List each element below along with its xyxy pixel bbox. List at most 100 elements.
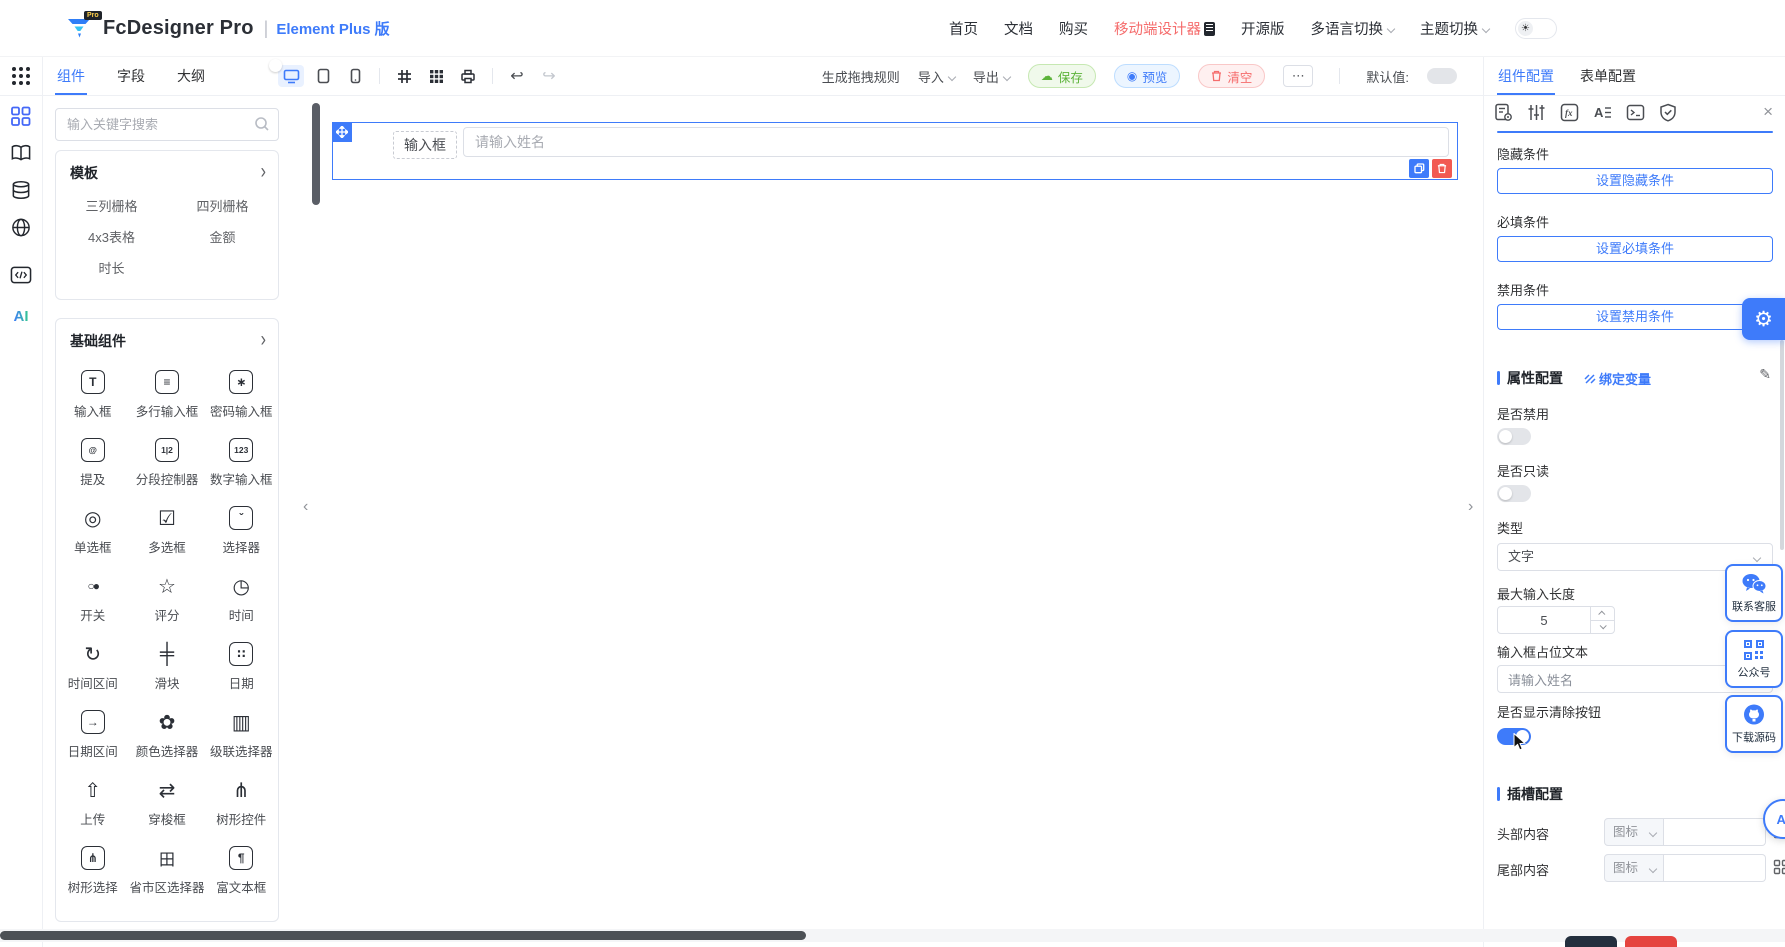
collapse-left-panel-icon[interactable]: ‹ xyxy=(303,498,308,516)
chevron-right-icon[interactable]: › xyxy=(261,329,266,352)
nav-home[interactable]: 首页 xyxy=(949,18,978,39)
horizontal-scrollbar-thumb[interactable] xyxy=(0,931,806,940)
tab-fields[interactable]: 字段 xyxy=(115,57,147,95)
database-icon[interactable] xyxy=(11,180,32,205)
tab-outline[interactable]: 大纲 xyxy=(175,57,207,95)
bottom-widget-dark[interactable] xyxy=(1565,936,1617,947)
clearable-toggle[interactable] xyxy=(1497,728,1531,745)
tab-components[interactable]: 组件 xyxy=(55,57,87,95)
download-source-card[interactable]: 下载源码 xyxy=(1725,695,1783,753)
delete-component-button[interactable] xyxy=(1432,159,1452,178)
vertical-scrollbar-thumb[interactable] xyxy=(312,103,320,205)
library-book-icon[interactable] xyxy=(11,143,32,167)
contact-support-card[interactable]: 联系客服 xyxy=(1725,564,1783,622)
undo-icon[interactable]: ↩ xyxy=(504,65,530,87)
slot-type-select[interactable]: 图标 xyxy=(1604,818,1664,846)
component-item[interactable]: ∷ 日期 xyxy=(205,633,279,701)
globe-icon[interactable] xyxy=(11,217,32,243)
template-item[interactable]: 4x3表格 xyxy=(56,222,167,253)
component-item[interactable]: ⇧ 上传 xyxy=(56,769,129,837)
component-item[interactable]: ⋔ 树形控件 xyxy=(205,769,279,837)
component-item[interactable]: T 输入框 xyxy=(56,361,129,429)
sliders-icon[interactable] xyxy=(1524,100,1548,124)
validate-shield-icon[interactable] xyxy=(1656,100,1680,124)
theme-toggle[interactable]: ☀ xyxy=(1515,18,1557,39)
component-item[interactable]: ▥ 级联选择器 xyxy=(205,701,279,769)
component-item[interactable]: ∗ 密码输入框 xyxy=(205,361,279,429)
slot-value-input[interactable] xyxy=(1664,818,1766,846)
disabled-toggle[interactable] xyxy=(1497,428,1531,445)
maxlen-input[interactable] xyxy=(1498,607,1590,633)
terminal-icon[interactable] xyxy=(1623,100,1647,124)
import-dropdown[interactable]: 导入 xyxy=(918,67,955,86)
template-item[interactable]: 时长 xyxy=(56,253,167,284)
component-item[interactable]: @ 提及 xyxy=(56,429,129,497)
font-style-icon[interactable]: A xyxy=(1590,100,1614,124)
component-item[interactable]: ↻ 时间区间 xyxy=(56,633,129,701)
redo-icon[interactable]: ↪ xyxy=(536,65,562,87)
collapse-right-panel-icon[interactable]: › xyxy=(1468,498,1473,516)
apps-grid-icon[interactable] xyxy=(12,67,30,85)
component-item[interactable]: ¶ 富文本框 xyxy=(205,837,279,905)
component-item[interactable]: ˇ 选择器 xyxy=(205,497,279,565)
selected-input-component[interactable]: 输入框 xyxy=(332,122,1458,180)
device-phone-icon[interactable] xyxy=(342,65,368,87)
component-item[interactable]: ◎ 单选框 xyxy=(56,497,129,565)
ai-assistant-icon[interactable]: AI xyxy=(14,308,29,325)
name-input-field[interactable] xyxy=(463,127,1449,157)
device-tablet-icon[interactable] xyxy=(310,65,336,87)
slot-type-select[interactable]: 图标 xyxy=(1604,854,1664,882)
component-item[interactable]: ◷ 时间 xyxy=(205,565,279,633)
set-condition-button[interactable]: 设置隐藏条件 xyxy=(1497,168,1773,194)
drag-handle[interactable] xyxy=(332,122,352,142)
readonly-toggle[interactable] xyxy=(1497,485,1531,502)
template-item[interactable]: 三列栅格 xyxy=(56,191,167,222)
code-icon[interactable] xyxy=(11,266,32,289)
nav-language-switch[interactable]: 多语言切换 xyxy=(1311,18,1395,39)
clear-button[interactable]: 清空 xyxy=(1198,64,1265,88)
close-icon[interactable]: × xyxy=(1763,102,1773,122)
slot-value-input[interactable] xyxy=(1664,854,1766,882)
print-icon[interactable] xyxy=(455,65,481,87)
nav-buy[interactable]: 购买 xyxy=(1059,18,1088,39)
export-dropdown[interactable]: 导出 xyxy=(973,67,1010,86)
component-item[interactable]: ≡ 多行输入框 xyxy=(129,361,204,429)
bottom-widget-red[interactable] xyxy=(1625,936,1677,947)
nav-docs[interactable]: 文档 xyxy=(1004,18,1033,39)
more-button[interactable]: ⋯ xyxy=(1283,65,1313,87)
design-canvas[interactable]: 输入框 xyxy=(302,96,1483,929)
stepper-up-icon[interactable] xyxy=(1591,607,1614,620)
icon-picker-grid-icon[interactable] xyxy=(1773,859,1785,880)
save-button[interactable]: ☁保存 xyxy=(1028,64,1096,88)
tab-component-config[interactable]: 组件配置 xyxy=(1497,57,1555,95)
copy-component-button[interactable] xyxy=(1409,159,1429,178)
component-item[interactable]: 123 数字输入框 xyxy=(205,429,279,497)
chevron-right-icon[interactable]: › xyxy=(261,161,266,184)
component-item[interactable]: ☑ 多选框 xyxy=(129,497,204,565)
generate-drag-rule-button[interactable]: 生成拖拽规则 xyxy=(822,67,900,86)
component-item[interactable]: ○● 开关 xyxy=(56,565,129,633)
component-item[interactable]: ⋔ 树形选择 xyxy=(56,837,129,905)
field-label[interactable]: 输入框 xyxy=(393,131,457,159)
logo[interactable]: Pro FcDesigner Pro | Element Plus 版 xyxy=(66,15,390,41)
form-settings-icon[interactable] xyxy=(1491,100,1515,124)
edit-icon[interactable]: ✎ xyxy=(1759,366,1771,383)
component-item[interactable]: ☆ 评分 xyxy=(129,565,204,633)
component-item[interactable]: 田 省市区选择器 xyxy=(129,837,204,905)
bind-variable-link[interactable]: 绑定变量 xyxy=(1584,369,1651,388)
stepper-down-icon[interactable] xyxy=(1591,620,1614,634)
component-item[interactable]: ╪ 滑块 xyxy=(129,633,204,701)
search-input[interactable] xyxy=(55,108,279,141)
component-item[interactable]: ⇄ 穿梭框 xyxy=(129,769,204,837)
settings-fab[interactable]: ⚙ xyxy=(1742,298,1785,340)
set-condition-button[interactable]: 设置必填条件 xyxy=(1497,236,1773,262)
tab-form-config[interactable]: 表单配置 xyxy=(1579,57,1637,95)
panel-scrollbar-thumb[interactable] xyxy=(1780,340,1784,550)
template-item[interactable]: 四列栅格 xyxy=(167,191,278,222)
default-value-toggle[interactable] xyxy=(1427,68,1457,84)
grid-lines-icon[interactable] xyxy=(391,65,417,87)
component-item[interactable]: 1|2 分段控制器 xyxy=(129,429,204,497)
formula-fx-icon[interactable]: fx xyxy=(1557,100,1581,124)
components-grid-icon[interactable] xyxy=(11,106,32,132)
nav-theme-switch[interactable]: 主题切换 xyxy=(1420,18,1489,39)
